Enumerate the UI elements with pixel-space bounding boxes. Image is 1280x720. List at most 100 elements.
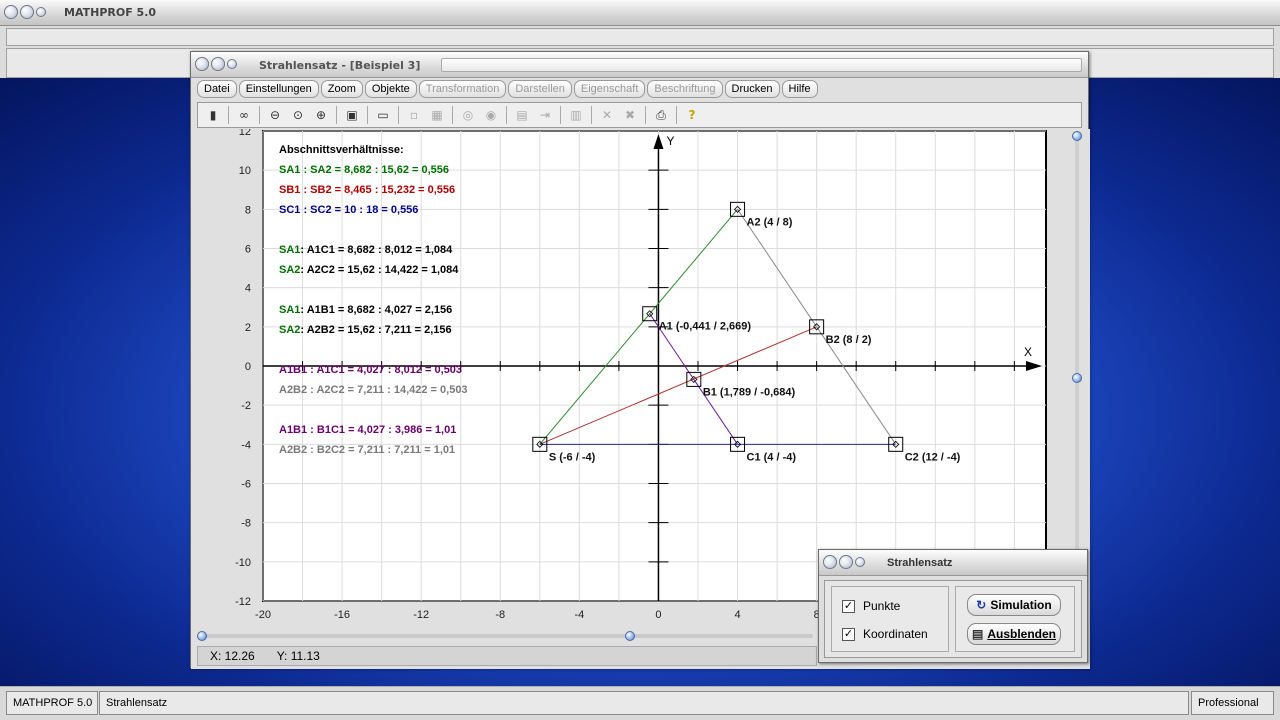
toolbar-separator bbox=[591, 106, 592, 124]
menu-objekte[interactable]: Objekte bbox=[364, 80, 417, 98]
status-edition: Professional bbox=[1191, 691, 1274, 715]
ratio-line: A1B1 : B1C1 = 4,027 : 3,986 = 1,01 bbox=[279, 424, 456, 436]
actions-group: ↻ Simulation ▤ Ausblenden bbox=[955, 586, 1075, 652]
y-tick-label: 12 bbox=[239, 129, 251, 138]
point-label-s: S (-6 / -4) bbox=[549, 451, 596, 463]
checkmark-icon[interactable]: ✓ bbox=[842, 599, 855, 613]
toolbar-separator bbox=[367, 106, 368, 124]
status-module: Strahlensatz bbox=[99, 691, 1189, 715]
ratio-part: A2B2 = 15,62 : 7,211 = 2,156 bbox=[307, 324, 452, 336]
ratios-heading: Abschnittsverhältnisse: bbox=[279, 144, 404, 156]
menu-datei[interactable]: Datei bbox=[197, 80, 237, 98]
y-tick-label: 10 bbox=[239, 165, 251, 177]
delete-icon[interactable]: ✕ bbox=[596, 105, 618, 125]
horizontal-scrollbar[interactable] bbox=[197, 629, 817, 643]
table-icon[interactable]: ▤ bbox=[511, 105, 533, 125]
maximize-orb-icon[interactable] bbox=[36, 7, 46, 17]
close-orb-icon[interactable] bbox=[195, 57, 209, 71]
calculator-icon[interactable]: ▮ bbox=[202, 105, 224, 125]
simulation-button[interactable]: ↻ Simulation bbox=[967, 594, 1061, 616]
grid-box-icon[interactable]: ▦ bbox=[426, 105, 448, 125]
y-tick-label: -6 bbox=[241, 479, 251, 491]
zoom-fit-icon[interactable]: ◉ bbox=[480, 105, 502, 125]
dialog-body: ✓ Punkte ✓ Koordinaten ↻ Simulation ▤ Au… bbox=[824, 580, 1082, 658]
toolbar-separator bbox=[560, 106, 561, 124]
toolbar-separator bbox=[259, 106, 260, 124]
status-app: MATHPROF 5.0 bbox=[6, 691, 98, 715]
horizontal-scroll-thumb[interactable] bbox=[625, 631, 635, 641]
window-icon[interactable]: ▭ bbox=[372, 105, 394, 125]
copy-icon[interactable]: ▥ bbox=[565, 105, 587, 125]
toolbar-separator bbox=[452, 106, 453, 124]
help-icon[interactable]: ? bbox=[681, 105, 703, 125]
settings-icon[interactable]: ▣ bbox=[341, 105, 363, 125]
ausblenden-label: Ausblenden bbox=[987, 627, 1056, 641]
koordinaten-checkbox[interactable]: ✓ Koordinaten bbox=[842, 627, 928, 641]
menu-beschriftung[interactable]: Beschriftung bbox=[647, 80, 723, 98]
app-title: MATHPROF 5.0 bbox=[64, 6, 157, 19]
menu-transformation[interactable]: Transformation bbox=[418, 80, 507, 98]
y-tick-label: -2 bbox=[241, 400, 251, 412]
glasses-icon[interactable]: ∞ bbox=[233, 105, 255, 125]
checkmark-icon[interactable]: ✓ bbox=[842, 627, 855, 641]
zoom-in-icon[interactable]: ⊕ bbox=[310, 105, 332, 125]
menu-einstellungen[interactable]: Einstellungen bbox=[238, 80, 319, 98]
window-controls[interactable] bbox=[4, 5, 46, 19]
window-title: Strahlensatz - [Beispiel 3] bbox=[259, 59, 421, 72]
scroll-up-knob[interactable] bbox=[1072, 131, 1082, 141]
ausblenden-button[interactable]: ▤ Ausblenden bbox=[967, 623, 1061, 645]
menu-darstellen[interactable]: Darstellen bbox=[508, 80, 572, 98]
print-icon[interactable]: ⎙ bbox=[650, 105, 672, 125]
scroll-left-knob[interactable] bbox=[197, 631, 207, 641]
menu-zoom[interactable]: Zoom bbox=[320, 80, 363, 98]
point-label-b1: B1 (1,789 / -0,684) bbox=[703, 386, 796, 398]
dialog-buttons[interactable] bbox=[823, 555, 865, 569]
zoom-icon[interactable]: ⊙ bbox=[287, 105, 309, 125]
toolbar-separator bbox=[506, 106, 507, 124]
y-tick-label: -12 bbox=[235, 596, 251, 608]
point-label-b2: B2 (8 / 2) bbox=[826, 334, 872, 346]
menu-eigenschaft[interactable]: Eigenschaft bbox=[573, 80, 646, 98]
point-label-a1: A1 (-0,441 / 2,669) bbox=[659, 321, 752, 333]
window-titlebar[interactable]: Strahlensatz - [Beispiel 3] bbox=[191, 52, 1088, 78]
dialog-titlebar[interactable]: Strahlensatz bbox=[819, 550, 1087, 576]
close-orb-icon[interactable] bbox=[4, 5, 18, 19]
close-orb-icon[interactable] bbox=[823, 555, 837, 569]
simulation-label: Simulation bbox=[990, 598, 1052, 612]
zoom-out-icon[interactable]: ⊖ bbox=[264, 105, 286, 125]
ratio-part: SA1 bbox=[279, 244, 300, 256]
tool-bar: ▮ ∞ ⊖ ⊙ ⊕ ▣ ▭ ▫ ▦ ◎ ◉ ▤ ⇥ ▥ ✕ ✖ ⎙? bbox=[197, 102, 1082, 128]
y-tick-label: -4 bbox=[241, 439, 251, 451]
ratio-line: A1B1 : A1C1 = 4,027 : 8,012 = 0,503 bbox=[279, 364, 462, 376]
zoom-box-icon[interactable]: ◎ bbox=[457, 105, 479, 125]
minimize-orb-icon[interactable] bbox=[211, 57, 225, 71]
minimize-orb-icon[interactable] bbox=[839, 555, 853, 569]
y-axis-label: Y bbox=[666, 134, 674, 148]
ratio-line: SA2: A2C2 = 15,62 : 14,422 = 1,084 bbox=[279, 264, 459, 276]
horizontal-scroll-track[interactable] bbox=[203, 634, 813, 638]
y-tick-label: -10 bbox=[235, 557, 251, 569]
x-tick-label: 0 bbox=[655, 609, 661, 621]
point-label-a2: A2 (4 / 8) bbox=[747, 216, 793, 228]
grid-small-icon[interactable]: ▫ bbox=[403, 105, 425, 125]
coordinate-readout: X: 12.26 Y: 11.13 bbox=[197, 646, 817, 666]
punkte-checkbox[interactable]: ✓ Punkte bbox=[842, 599, 900, 613]
maximize-orb-icon[interactable] bbox=[227, 59, 237, 69]
app-titlebar: MATHPROF 5.0 bbox=[0, 0, 1280, 26]
export-icon[interactable]: ⇥ bbox=[534, 105, 556, 125]
toolbar-separator bbox=[228, 106, 229, 124]
ratio-part: A1C1 = 8,682 : 8,012 = 1,084 bbox=[307, 244, 453, 256]
vertical-scroll-thumb[interactable] bbox=[1072, 373, 1082, 383]
delete-all-icon[interactable]: ✖ bbox=[619, 105, 641, 125]
x-tick-label: -4 bbox=[574, 609, 584, 621]
point-label-c1: C1 (4 / -4) bbox=[747, 451, 797, 463]
ratio-part: A2C2 = 15,62 : 14,422 = 1,084 bbox=[307, 264, 460, 276]
refresh-icon: ↻ bbox=[976, 598, 987, 612]
ratio-line: A2B2 : A2C2 = 7,211 : 14,422 = 0,503 bbox=[279, 384, 468, 396]
window-buttons[interactable] bbox=[195, 57, 237, 71]
minimize-orb-icon[interactable] bbox=[20, 5, 34, 19]
menu-drucken[interactable]: Drucken bbox=[724, 80, 780, 98]
maximize-orb-icon[interactable] bbox=[855, 557, 865, 567]
menu-hilfe[interactable]: Hilfe bbox=[781, 80, 818, 98]
ratio-part: SA2 bbox=[279, 264, 300, 276]
